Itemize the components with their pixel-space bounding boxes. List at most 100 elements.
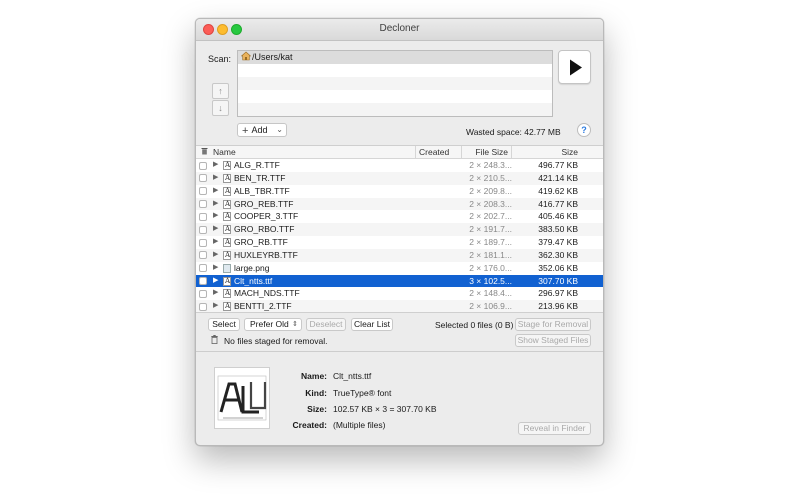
chevron-down-icon: ⌄ bbox=[276, 125, 283, 134]
row-checkbox[interactable] bbox=[199, 277, 207, 286]
wasted-space-label: Wasted space: 42.77 MB bbox=[466, 127, 561, 137]
font-file-icon bbox=[223, 300, 231, 312]
disclosure-triangle-icon[interactable]: ▶ bbox=[213, 223, 218, 236]
column-header-name[interactable]: Name bbox=[210, 146, 416, 158]
font-file-icon bbox=[223, 223, 231, 236]
row-checkbox[interactable] bbox=[199, 264, 207, 273]
row-file-size: 2 × 189.7... bbox=[469, 237, 512, 248]
scan-path-item[interactable] bbox=[238, 64, 552, 77]
row-name: GRO_RB.TTF bbox=[234, 237, 288, 248]
table-row[interactable]: ▶ large.png 2 × 176.0... 352.06 KB bbox=[196, 262, 603, 275]
disclosure-triangle-icon[interactable]: ▶ bbox=[213, 300, 218, 312]
stage-for-removal-button[interactable]: Stage for Removal bbox=[515, 318, 591, 331]
disclosure-triangle-icon[interactable]: ▶ bbox=[213, 185, 218, 198]
row-checkbox[interactable] bbox=[199, 212, 207, 221]
column-header-created[interactable]: Created bbox=[416, 146, 462, 158]
scan-path-item[interactable] bbox=[238, 90, 552, 103]
row-checkbox[interactable] bbox=[199, 302, 207, 311]
row-name: ALG_R.TTF bbox=[234, 160, 280, 170]
scan-path-item[interactable] bbox=[238, 77, 552, 90]
row-size: 352.06 KB bbox=[538, 262, 578, 273]
trash-column-icon[interactable] bbox=[198, 146, 210, 158]
font-file-icon bbox=[223, 210, 231, 223]
row-file-size: 2 × 191.7... bbox=[469, 224, 512, 235]
title-bar[interactable]: Decloner bbox=[196, 19, 603, 41]
row-checkbox[interactable] bbox=[199, 187, 207, 196]
font-file-icon bbox=[223, 236, 231, 249]
detail-name-value: Clt_ntts.ttf bbox=[333, 371, 372, 381]
row-name: BENTTI_2.TTF bbox=[234, 301, 292, 312]
scan-path-item[interactable] bbox=[238, 103, 552, 116]
table-row[interactable]: ▶ BEN_TR.TTF 2 × 210.5... 421.14 KB bbox=[196, 171, 603, 185]
column-header-file-size[interactable]: File Size bbox=[462, 146, 512, 158]
table-row[interactable]: ▶ COOPER_3.TTF 2 × 202.7... 405.46 KB bbox=[196, 210, 603, 223]
table-row[interactable]: ▶ GRO_RB.TTF 2 × 189.7... 379.47 KB bbox=[196, 236, 603, 249]
disclosure-triangle-icon[interactable]: ▶ bbox=[213, 159, 218, 172]
row-name: GRO_REB.TTF bbox=[234, 198, 294, 209]
detail-size-value: 102.57 KB × 3 = 307.70 KB bbox=[333, 404, 437, 414]
deselect-button[interactable]: Deselect bbox=[306, 318, 346, 331]
start-scan-button[interactable] bbox=[558, 50, 591, 84]
detail-size-label: Size: bbox=[307, 404, 327, 414]
duplicates-table[interactable]: Name Created File Size Size ▶ ALG_R.TTF 2 … bbox=[196, 145, 603, 313]
disclosure-triangle-icon[interactable]: ▶ bbox=[213, 262, 218, 275]
detail-kind-label: Kind: bbox=[305, 388, 327, 398]
row-checkbox[interactable] bbox=[199, 174, 207, 183]
row-name: GRO_RBO.TTF bbox=[234, 224, 295, 235]
disclosure-triangle-icon[interactable]: ▶ bbox=[213, 236, 218, 249]
show-staged-files-button[interactable]: Show Staged Files bbox=[515, 334, 591, 347]
table-row[interactable]: ▶ BENTTI_2.TTF 2 × 106.9... 213.96 KB bbox=[196, 300, 603, 312]
row-checkbox[interactable] bbox=[199, 289, 207, 298]
row-name: HUXLEYRB.TTF bbox=[234, 249, 298, 260]
table-row[interactable]: ▶ ALB_TBR.TTF 2 × 209.8... 419.62 KB bbox=[196, 185, 603, 198]
row-checkbox[interactable] bbox=[199, 251, 207, 260]
scan-label: Scan: bbox=[208, 54, 232, 64]
row-file-size: 2 × 202.7... bbox=[469, 211, 512, 222]
table-row[interactable]: ▶ MACH_NDS.TTF 2 × 148.4... 296.97 KB bbox=[196, 287, 603, 300]
disclosure-triangle-icon[interactable]: ▶ bbox=[213, 249, 218, 262]
row-size: 213.96 KB bbox=[538, 301, 578, 312]
move-down-button[interactable]: ↓ bbox=[212, 100, 229, 116]
row-checkbox[interactable] bbox=[199, 225, 207, 234]
move-up-button[interactable]: ↑ bbox=[212, 83, 229, 99]
disclosure-triangle-icon[interactable]: ▶ bbox=[213, 198, 218, 211]
row-size: 379.47 KB bbox=[538, 237, 578, 248]
add-label: Add bbox=[251, 125, 268, 135]
font-file-icon bbox=[223, 185, 231, 198]
row-checkbox[interactable] bbox=[199, 238, 207, 247]
row-checkbox[interactable] bbox=[199, 161, 207, 170]
disclosure-triangle-icon[interactable]: ▶ bbox=[213, 172, 218, 185]
reveal-in-finder-button[interactable]: Reveal in Finder bbox=[518, 422, 591, 435]
table-row[interactable]: ▶ HUXLEYRB.TTF 2 × 181.1... 362.30 KB bbox=[196, 248, 603, 262]
row-size: 405.46 KB bbox=[538, 211, 578, 222]
select-button[interactable]: Select bbox=[208, 318, 240, 331]
row-file-size: 2 × 181.1... bbox=[469, 249, 512, 260]
table-row[interactable]: ▶ GRO_REB.TTF 2 × 208.3... 416.77 KB bbox=[196, 197, 603, 211]
disclosure-triangle-icon[interactable]: ▶ bbox=[213, 210, 218, 223]
disclosure-triangle-icon[interactable]: ▶ bbox=[213, 287, 218, 300]
chevron-updown-icon: ⇕ bbox=[292, 321, 298, 328]
disclosure-triangle-icon[interactable]: ▶ bbox=[213, 275, 218, 288]
scan-path-list[interactable]: /Users/kat bbox=[237, 50, 553, 117]
help-button[interactable]: ? bbox=[577, 123, 591, 137]
prefer-popup-button[interactable]: Prefer Old ⇕ bbox=[244, 318, 302, 331]
clear-list-button[interactable]: Clear List bbox=[351, 318, 393, 331]
row-size: 421.14 KB bbox=[538, 172, 578, 183]
column-header-size[interactable]: Size bbox=[512, 146, 578, 158]
row-file-size: 2 × 210.5... bbox=[469, 172, 512, 183]
row-size: 419.62 KB bbox=[538, 185, 578, 196]
add-path-button[interactable]: + Add ⌄ bbox=[237, 123, 287, 137]
scan-path-text: /Users/kat bbox=[252, 52, 293, 63]
window-title: Decloner bbox=[379, 23, 420, 34]
detail-name-label: Name: bbox=[301, 371, 327, 381]
row-checkbox[interactable] bbox=[199, 200, 207, 209]
font-file-icon bbox=[223, 172, 231, 185]
row-size: 362.30 KB bbox=[538, 249, 578, 260]
row-size: 496.77 KB bbox=[538, 160, 578, 170]
table-row[interactable]: ▶ GRO_RBO.TTF 2 × 191.7... 383.50 KB bbox=[196, 223, 603, 236]
scan-path-item[interactable]: /Users/kat bbox=[238, 51, 552, 64]
prefer-label: Prefer Old bbox=[250, 319, 289, 329]
table-row[interactable]: ▶ Clt_ntts.ttf 3 × 102.5... 307.70 KB bbox=[196, 274, 603, 288]
row-file-size: 2 × 248.3... bbox=[469, 160, 512, 170]
table-row[interactable]: ▶ ALG_R.TTF 2 × 248.3... 496.77 KB bbox=[196, 159, 603, 172]
